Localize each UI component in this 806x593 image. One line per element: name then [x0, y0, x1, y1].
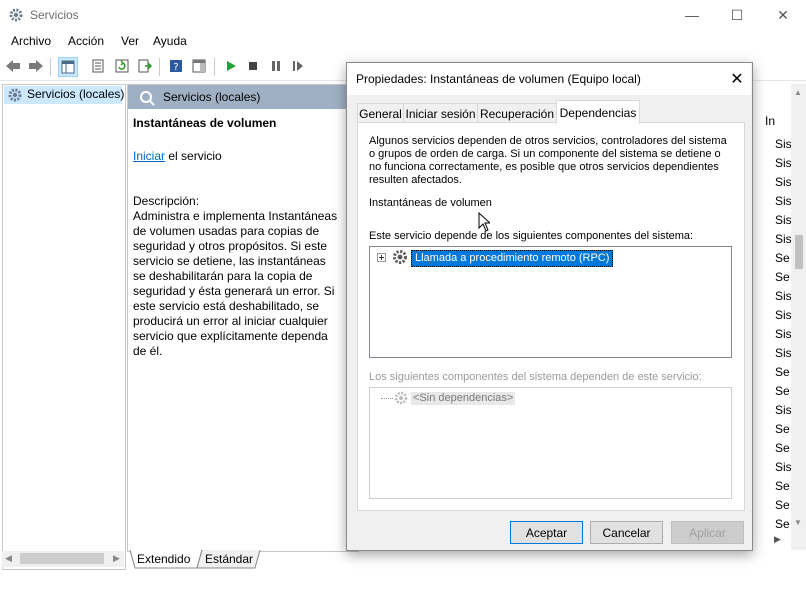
- pause-service-icon[interactable]: [267, 57, 285, 75]
- help-icon[interactable]: ?: [167, 57, 185, 75]
- list-row-partial[interactable]: Sis: [775, 232, 792, 246]
- ok-button[interactable]: Aceptar: [510, 521, 583, 544]
- service-gear-icon: [391, 248, 409, 269]
- dialog-close-button[interactable]: ✕: [724, 66, 750, 92]
- menu-accion[interactable]: Acción: [68, 34, 104, 48]
- scroll-right-arrow-icon[interactable]: ▶: [113, 553, 120, 564]
- scroll-up-arrow-icon[interactable]: ▲: [794, 88, 802, 97]
- depends-on-item[interactable]: Llamada a procedimiento remoto (RPC): [411, 250, 614, 267]
- services-gear-icon: [7, 87, 23, 106]
- list-row-partial[interactable]: Se: [775, 384, 790, 398]
- tree-connector: [381, 398, 393, 399]
- list-row-partial[interactable]: Sis: [775, 308, 792, 322]
- description-label: Descripción:: [133, 194, 200, 208]
- list-row-partial[interactable]: Sis: [775, 403, 792, 417]
- tab-iniciar-sesion[interactable]: Iniciar sesión: [403, 103, 478, 123]
- console-tree-icon[interactable]: [58, 57, 78, 77]
- start-service-suffix: el servicio: [165, 149, 222, 163]
- list-row-partial[interactable]: Sis: [775, 346, 792, 360]
- scrollbar-thumb[interactable]: [795, 235, 803, 269]
- tab-recuperacion[interactable]: Recuperación: [477, 103, 557, 123]
- menu-ver[interactable]: Ver: [121, 34, 139, 48]
- stop-service-icon[interactable]: [244, 57, 262, 75]
- cancel-button[interactable]: Cancelar: [590, 521, 663, 544]
- back-arrow-icon[interactable]: [4, 57, 22, 75]
- list-row-partial[interactable]: Se: [775, 251, 790, 265]
- list-row-partial[interactable]: Sis: [775, 289, 792, 303]
- dependents-label: Los siguientes componentes del sistema d…: [369, 371, 702, 383]
- dependencies-intro: Algunos servicios dependen de otros serv…: [369, 135, 727, 186]
- maximize-button[interactable]: ☐: [714, 0, 760, 30]
- mouse-cursor-icon: [478, 211, 492, 235]
- service-gear-icon-disabled: [393, 390, 409, 409]
- list-row-partial[interactable]: Se: [775, 365, 790, 379]
- list-row-partial[interactable]: Sis: [775, 194, 792, 208]
- list-row-partial[interactable]: Sis: [775, 156, 792, 170]
- list-row-partial[interactable]: Sis: [775, 175, 792, 189]
- dialog-service-name: Instantáneas de volumen: [369, 197, 492, 209]
- list-row-partial[interactable]: Sis: [775, 213, 792, 227]
- list-row-partial[interactable]: Se: [775, 270, 790, 284]
- properties-sheet-icon[interactable]: [89, 57, 107, 75]
- tab-general[interactable]: General: [357, 103, 404, 123]
- restart-service-icon[interactable]: [289, 57, 307, 75]
- toolbar-separator: [214, 58, 215, 76]
- description-text: Administra e implementa Instantáneas de …: [133, 209, 338, 358]
- services-gear-icon: [8, 7, 24, 23]
- show-hide-action-pane-icon[interactable]: [190, 57, 208, 75]
- expand-plus-icon[interactable]: [377, 252, 387, 266]
- refresh-icon[interactable]: [113, 57, 131, 75]
- list-row-partial[interactable]: Se: [775, 498, 790, 512]
- dependents-item: <Sin dependencias>: [411, 392, 516, 405]
- depends-on-label: Este servicio depende de los siguientes …: [369, 230, 694, 242]
- list-row-partial[interactable]: Se: [775, 517, 790, 531]
- scroll-down-arrow-icon[interactable]: ▼: [794, 518, 802, 527]
- menu-ayuda[interactable]: Ayuda: [153, 34, 187, 48]
- list-row-partial[interactable]: Sis: [775, 327, 792, 341]
- toolbar-separator: [159, 58, 160, 76]
- console-tree-pane: [2, 84, 126, 570]
- search-magnifier-icon: [139, 90, 155, 109]
- scroll-left-arrow-icon[interactable]: ◀: [5, 553, 12, 564]
- start-service-line: Iniciar el servicio: [133, 149, 222, 163]
- list-row-partial[interactable]: Sis: [775, 137, 792, 151]
- svg-text:?: ?: [173, 62, 178, 73]
- list-row-partial[interactable]: Se: [775, 422, 790, 436]
- close-window-button[interactable]: ✕: [760, 0, 806, 30]
- export-list-icon[interactable]: [136, 57, 154, 75]
- scrollbar-thumb[interactable]: [20, 553, 104, 564]
- list-row-partial[interactable]: Se: [775, 441, 790, 455]
- list-vertical-scrollbar[interactable]: [791, 84, 806, 550]
- list-row-partial[interactable]: Se: [775, 479, 790, 493]
- start-service-link[interactable]: Iniciar: [133, 149, 165, 163]
- toolbar-separator: [50, 58, 51, 76]
- minimize-button[interactable]: —: [669, 0, 715, 30]
- menu-archivo[interactable]: Archivo: [11, 34, 51, 48]
- service-name: Instantáneas de volumen: [133, 116, 277, 130]
- tab-estandar[interactable]: Estándar: [205, 552, 253, 566]
- tree-item-label: Servicios (locales): [27, 87, 125, 101]
- service-description-block: Descripción: Administra e implementa Ins…: [133, 194, 338, 359]
- pane-header-title: Servicios (locales): [163, 90, 261, 104]
- tab-extendido[interactable]: Extendido: [137, 552, 190, 566]
- window-title: Servicios: [30, 8, 79, 22]
- start-service-icon[interactable]: [222, 57, 240, 75]
- apply-button[interactable]: Aplicar: [671, 521, 744, 544]
- tab-dependencias[interactable]: Dependencias: [556, 100, 640, 124]
- forward-arrow-icon[interactable]: [27, 57, 45, 75]
- list-row-partial[interactable]: Sis: [775, 460, 792, 474]
- dialog-title: Propiedades: Instantáneas de volumen (Eq…: [356, 72, 641, 86]
- scroll-right-arrow-icon[interactable]: ▶: [774, 534, 781, 545]
